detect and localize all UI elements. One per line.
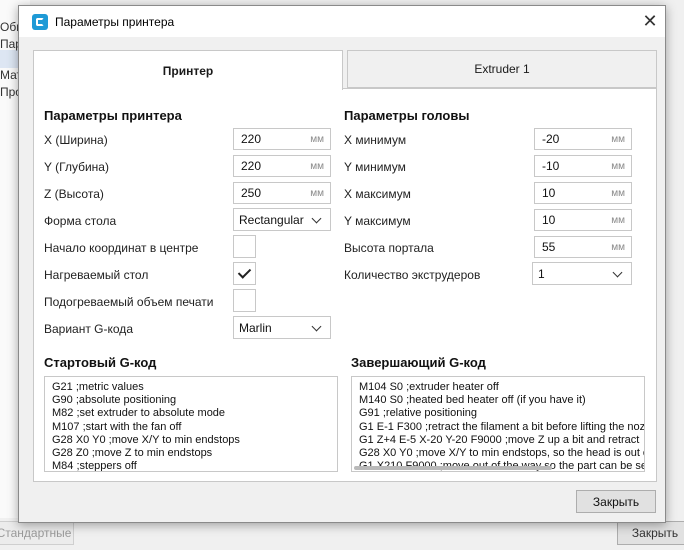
heated-bed-label: Нагреваемый стол [44, 268, 149, 282]
tab-panel-printer: Параметры принтера X (Ширина) 220 мм Y (… [33, 88, 657, 482]
y-depth-field[interactable]: 220 мм [233, 155, 331, 177]
gcode-flavor-select[interactable]: Marlin [233, 316, 331, 339]
y-max-label: Y максимум [344, 214, 411, 228]
scrollbar-thumb[interactable] [354, 466, 552, 470]
gcode-flavor-value: Marlin [239, 320, 272, 335]
heated-bed-checkbox[interactable] [233, 262, 256, 285]
x-max-unit: мм [611, 187, 625, 199]
chevron-down-icon [311, 321, 322, 332]
end-gcode-title: Завершающий G-код [351, 355, 486, 370]
x-width-label: X (Ширина) [44, 133, 108, 147]
y-min-value: -10 [542, 159, 560, 173]
extruder-count-select[interactable]: 1 [532, 262, 632, 285]
x-min-unit: мм [611, 133, 625, 145]
x-min-field[interactable]: -20 мм [534, 128, 632, 150]
gantry-height-value: 55 [542, 240, 556, 254]
title-bar[interactable]: Параметры принтера ✕ [19, 6, 665, 37]
gcode-line: M140 S0 ;heated bed heater off (if you h… [359, 394, 586, 407]
gcode-line: G91 ;relative positioning [359, 407, 478, 420]
gcode-line: G90 ;absolute positioning [52, 394, 177, 407]
origin-center-checkbox[interactable] [233, 235, 256, 258]
end-gcode-editor[interactable]: M104 S0 ;extruder heater off M140 S0 ;he… [351, 376, 645, 472]
y-max-value: 10 [542, 213, 556, 227]
x-max-value: 10 [542, 186, 556, 200]
gcode-line: M82 ;set extruder to absolute mode [52, 407, 226, 420]
gantry-height-field[interactable]: 55 мм [534, 236, 632, 258]
dialog-title: Параметры принтера [55, 14, 175, 29]
horizontal-scrollbar[interactable] [352, 465, 644, 471]
tabs-area: Принтер Extruder 1 Параметры принтера X … [33, 50, 657, 486]
heated-volume-checkbox[interactable] [233, 289, 256, 312]
x-width-field[interactable]: 220 мм [233, 128, 331, 150]
gcode-line: G28 X0 Y0 ;move X/Y to min endstops, so … [359, 447, 644, 460]
tab-printer[interactable]: Принтер [33, 50, 343, 90]
z-height-field[interactable]: 250 мм [233, 182, 331, 204]
chevron-down-icon [612, 267, 623, 278]
z-height-unit: мм [310, 187, 324, 199]
y-depth-unit: мм [310, 160, 324, 172]
extruder-count-label: Количество экструдеров [344, 268, 481, 282]
tab-extruder-1[interactable]: Extruder 1 [347, 50, 657, 88]
x-max-field[interactable]: 10 мм [534, 182, 632, 204]
x-max-label: X максимум [344, 187, 411, 201]
y-min-label: Y минимум [344, 160, 406, 174]
gcode-line: G28 Z0 ;move Z to min endstops [52, 447, 213, 460]
start-gcode-title: Стартовый G-код [44, 355, 157, 370]
heated-volume-label: Подогреваемый объем печати [44, 295, 214, 309]
origin-center-label: Начало координат в центре [44, 241, 199, 255]
x-width-value: 220 [241, 132, 262, 146]
y-min-field[interactable]: -10 мм [534, 155, 632, 177]
background-close-button[interactable]: Закрыть [617, 521, 684, 545]
x-min-label: X минимум [344, 133, 407, 147]
y-depth-value: 220 [241, 159, 262, 173]
extruder-count-value: 1 [538, 266, 545, 281]
gcode-line: G1 E-1 F300 ;retract the filament a bit … [359, 420, 645, 433]
bed-shape-label: Форма стола [44, 214, 117, 228]
gcode-line: M107 ;start with the fan off [52, 420, 182, 433]
z-height-label: Z (Высота) [44, 187, 104, 201]
y-max-unit: мм [611, 214, 625, 226]
x-min-value: -20 [542, 132, 560, 146]
gcode-line: M104 S0 ;extruder heater off [359, 381, 499, 393]
y-min-unit: мм [611, 160, 625, 172]
defaults-button[interactable]: Стандартные [0, 521, 74, 545]
printer-section-title: Параметры принтера [44, 108, 182, 123]
close-icon[interactable]: ✕ [635, 6, 665, 37]
gantry-height-label: Высота портала [344, 241, 434, 255]
gcode-flavor-label: Вариант G-кода [44, 322, 133, 336]
x-width-unit: мм [310, 133, 324, 145]
cura-app-icon [32, 13, 48, 30]
gcode-line: G21 ;metric values [52, 381, 144, 393]
bed-shape-select[interactable]: Rectangular [233, 208, 331, 231]
close-dialog-button[interactable]: Закрыть [576, 490, 656, 513]
printer-settings-dialog: Параметры принтера ✕ Принтер Extruder 1 … [18, 5, 666, 523]
gcode-line: G1 Z+4 E-5 X-20 Y-20 F9000 ;move Z up a … [359, 433, 640, 446]
start-gcode-editor[interactable]: G21 ;metric values G90 ;absolute positio… [44, 376, 338, 472]
checkmark-icon [237, 265, 252, 279]
y-depth-label: Y (Глубина) [44, 160, 109, 174]
bed-shape-value: Rectangular [239, 212, 304, 227]
gcode-line: G28 X0 Y0 ;move X/Y to min endstops [52, 433, 240, 446]
gantry-height-unit: мм [611, 241, 625, 253]
chevron-down-icon [311, 213, 322, 224]
y-max-field[interactable]: 10 мм [534, 209, 632, 231]
z-height-value: 250 [241, 186, 262, 200]
gcode-line: M84 ;steppers off [52, 460, 137, 472]
head-section-title: Параметры головы [344, 108, 470, 123]
